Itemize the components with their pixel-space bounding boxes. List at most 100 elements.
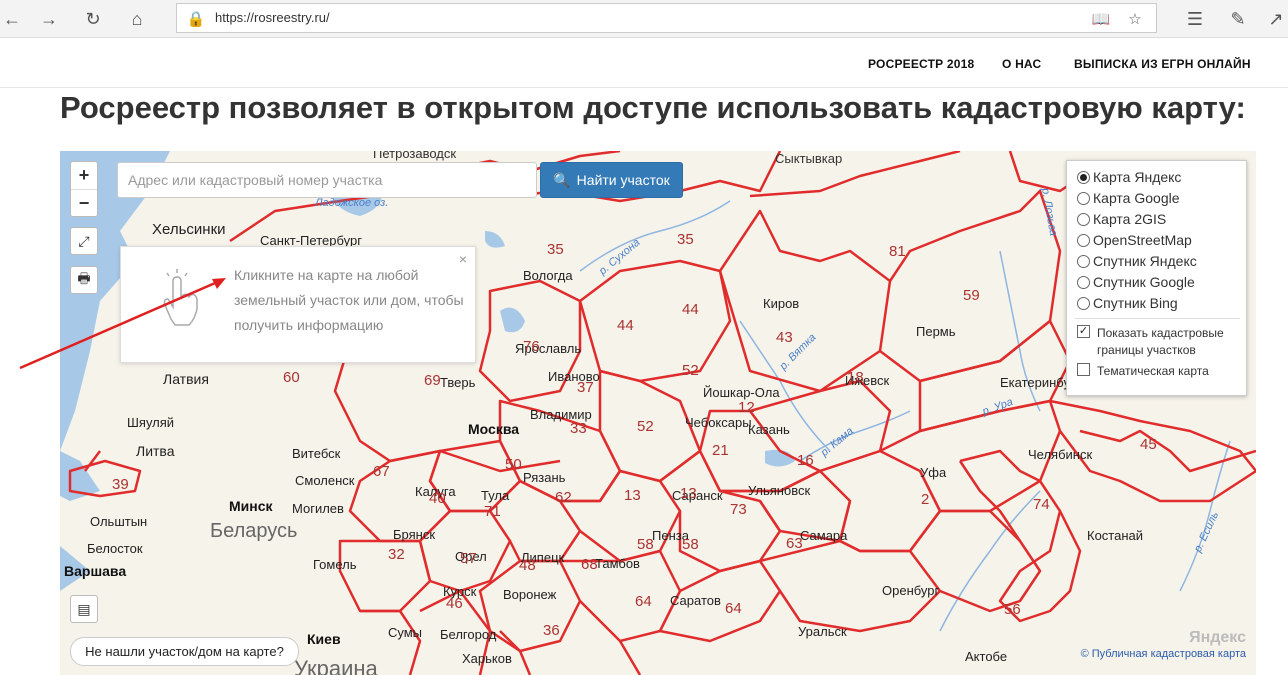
country-label: Латвия bbox=[163, 371, 209, 387]
reading-view-icon[interactable]: 📖 bbox=[1092, 10, 1111, 28]
radio-selected-icon[interactable] bbox=[1077, 170, 1090, 184]
region-number: 44 bbox=[617, 317, 634, 334]
region-number: 12 bbox=[738, 399, 755, 416]
city-label: Харьков bbox=[462, 651, 512, 666]
city-label: Саратов bbox=[670, 593, 721, 608]
url-text: https://rosreestry.ru/ bbox=[215, 10, 330, 25]
close-icon[interactable]: × bbox=[459, 251, 467, 267]
favorites-hub-icon[interactable]: ☰ bbox=[1183, 7, 1207, 31]
radio-icon[interactable] bbox=[1077, 212, 1090, 226]
city-label: Вологда bbox=[523, 268, 573, 283]
zoom-out-button[interactable]: − bbox=[71, 189, 97, 216]
search-button[interactable]: 🔍 Найти участок bbox=[540, 162, 683, 198]
map-layers-panel: Карта Яндекс Карта Google Карта 2GIS Ope… bbox=[1066, 160, 1247, 396]
city-label-kyiv: Киев bbox=[307, 631, 341, 647]
attribution-link[interactable]: © Публичная кадастровая карта bbox=[1081, 648, 1246, 660]
info-popup-text: Кликните на карте на любой земельный уча… bbox=[234, 267, 464, 333]
region-number: 52 bbox=[682, 362, 699, 379]
region-number: 68 bbox=[581, 556, 598, 573]
city-label: Сыктывкар bbox=[775, 151, 843, 166]
layer-option[interactable]: OpenStreetMap bbox=[1077, 232, 1192, 248]
region-number: 71 bbox=[484, 503, 501, 520]
city-label: Костанай bbox=[1087, 528, 1144, 543]
radio-icon[interactable] bbox=[1077, 275, 1090, 289]
print-icon[interactable]: 🖶 bbox=[70, 266, 98, 294]
city-label-moscow: Москва bbox=[468, 421, 520, 437]
region-number: 81 bbox=[889, 243, 906, 260]
fullscreen-icon[interactable]: ⤢ bbox=[70, 227, 98, 255]
layer-option[interactable]: Спутник Google bbox=[1077, 274, 1195, 290]
city-label: Уфа bbox=[920, 465, 947, 480]
info-popup: Кликните на карте на любой земельный уча… bbox=[120, 246, 476, 363]
address-bar[interactable]: 🔒 https://rosreestry.ru/ 📖 ☆ bbox=[176, 3, 1157, 33]
hand-pointer-icon bbox=[163, 269, 198, 326]
share-icon[interactable]: ↗ bbox=[1264, 7, 1288, 31]
back-icon[interactable]: ← bbox=[0, 7, 24, 31]
city-label: Хельсинки bbox=[152, 221, 226, 238]
city-label: Шяуляй bbox=[127, 415, 175, 430]
region-number: 48 bbox=[519, 557, 536, 574]
nav-link-rosreestr-2018[interactable]: РОСРЕЕСТР 2018 bbox=[868, 57, 974, 71]
radio-icon[interactable] bbox=[1077, 296, 1090, 310]
home-icon[interactable]: ⌂ bbox=[125, 7, 149, 31]
ruler-icon[interactable]: ▤ bbox=[70, 595, 98, 623]
pen-icon[interactable]: ✎ bbox=[1226, 7, 1250, 31]
layer-option[interactable]: Карта Яндекс bbox=[1077, 169, 1181, 185]
region-number: 60 bbox=[283, 369, 300, 386]
city-label: Сумы bbox=[388, 625, 423, 640]
browser-toolbar: ← → ↻ ⌂ 🔒 https://rosreestry.ru/ 📖 ☆ ☰ ✎… bbox=[0, 0, 1288, 38]
city-label: Витебск bbox=[292, 446, 341, 461]
city-label: Тула bbox=[481, 488, 510, 503]
layer-divider bbox=[1075, 318, 1240, 319]
city-label: Смоленск bbox=[295, 473, 355, 488]
region-number: 58 bbox=[682, 536, 699, 553]
thematic-map-option[interactable]: Тематическая карта bbox=[1077, 363, 1209, 380]
checkbox-checked-icon[interactable]: ✓ bbox=[1077, 325, 1090, 338]
city-label: Петрозаводск bbox=[373, 151, 457, 161]
search-icon: 🔍 bbox=[553, 171, 571, 188]
cadastral-map[interactable]: Петрозаводск Сыктывкар Хельсинки Санкт-П… bbox=[60, 151, 1256, 675]
region-number: 50 bbox=[505, 456, 522, 473]
city-label: Тамбов bbox=[595, 556, 640, 571]
layer-option[interactable]: Спутник Яндекс bbox=[1077, 253, 1197, 269]
page-title: Росреестр позволяет в открытом доступе и… bbox=[60, 90, 1246, 125]
cadastral-borders-option[interactable]: ✓ Показать кадастровые границы участков bbox=[1077, 325, 1242, 359]
layer-option[interactable]: Карта 2GIS bbox=[1077, 211, 1166, 227]
refresh-icon[interactable]: ↻ bbox=[81, 7, 105, 31]
region-number: 33 bbox=[570, 420, 587, 437]
nav-link-about[interactable]: О НАС bbox=[1002, 57, 1041, 71]
city-label: Гомель bbox=[313, 557, 357, 572]
city-label: Могилев bbox=[292, 501, 344, 516]
city-label: Белгород bbox=[440, 627, 497, 642]
forward-icon[interactable]: → bbox=[37, 7, 61, 31]
region-number: 40 bbox=[429, 490, 446, 507]
region-number: 45 bbox=[1140, 436, 1157, 453]
region-number: 76 bbox=[523, 338, 540, 355]
city-label: Йошкар-Ола bbox=[703, 385, 780, 400]
layer-option[interactable]: Спутник Bing bbox=[1077, 295, 1178, 311]
nav-link-egrn-extract[interactable]: ВЫПИСКА ИЗ ЕГРН ОНЛАЙН bbox=[1074, 57, 1251, 71]
favorite-star-icon[interactable]: ☆ bbox=[1126, 10, 1144, 28]
region-number: 52 bbox=[637, 418, 654, 435]
lake-label: Ладожское оз. bbox=[315, 197, 389, 209]
radio-icon[interactable] bbox=[1077, 254, 1090, 268]
search-input[interactable] bbox=[117, 162, 537, 198]
region-number: 64 bbox=[725, 600, 742, 617]
region-number: 39 bbox=[112, 476, 129, 493]
checkbox-icon[interactable] bbox=[1077, 363, 1090, 376]
radio-icon[interactable] bbox=[1077, 191, 1090, 205]
region-number: 73 bbox=[730, 501, 747, 518]
radio-icon[interactable] bbox=[1077, 233, 1090, 247]
region-number: 21 bbox=[712, 442, 729, 459]
city-label: Ольштын bbox=[90, 514, 148, 529]
not-found-button[interactable]: Не нашли участок/дом на карте? bbox=[70, 637, 299, 666]
zoom-in-button[interactable]: + bbox=[71, 162, 97, 189]
region-number: 35 bbox=[677, 231, 694, 248]
layer-option[interactable]: Карта Google bbox=[1077, 190, 1180, 206]
region-number: 44 bbox=[682, 301, 699, 318]
region-number: 56 bbox=[1004, 601, 1021, 618]
city-label-minsk: Минск bbox=[229, 498, 273, 514]
city-label: Рязань bbox=[523, 470, 566, 485]
country-label: Беларусь bbox=[210, 520, 298, 542]
city-label: Пермь bbox=[916, 324, 956, 339]
